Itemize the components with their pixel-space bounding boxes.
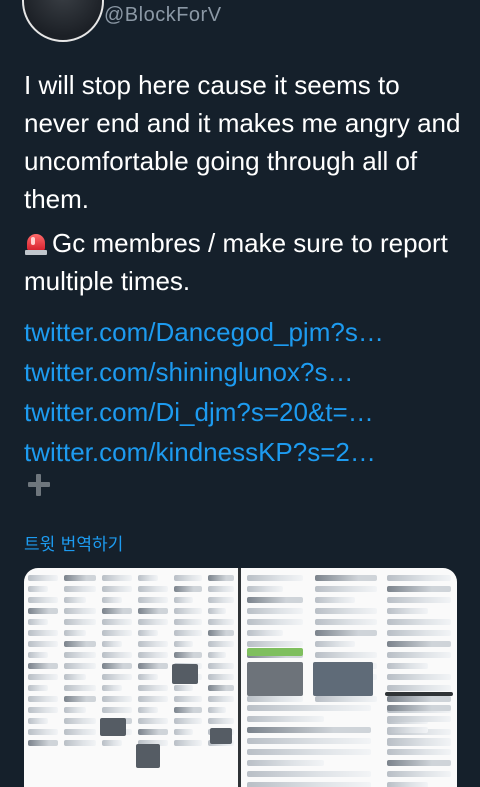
media-image-2[interactable] <box>241 568 457 787</box>
tweet-body: I will stop here cause it seems to never… <box>24 66 464 472</box>
link-list: twitter.com/Dancegod_pjm?s… twitter.com/… <box>24 312 464 472</box>
link-di-djm[interactable]: twitter.com/Di_djm?s=20&t=… <box>24 392 464 432</box>
media-grid <box>24 568 457 787</box>
tweet-text-paragraph-2-text: Gc membres / make sure to report multipl… <box>24 228 448 296</box>
link-kindnesskp[interactable]: twitter.com/kindnessKP?s=2… <box>24 432 464 472</box>
link-dancegod[interactable]: twitter.com/Dancegod_pjm?s… <box>24 312 464 352</box>
police-car-light-icon <box>24 231 48 255</box>
media-image-1[interactable] <box>24 568 238 787</box>
translate-tweet-link[interactable]: 트윗 번역하기 <box>24 530 123 555</box>
plus-icon[interactable] <box>28 474 50 496</box>
tweet-text-paragraph-2: Gc membres / make sure to report multipl… <box>24 224 464 300</box>
link-shininglunox[interactable]: twitter.com/shininglunox?s… <box>24 352 464 392</box>
tweet-header: @BlockForV <box>0 0 480 44</box>
user-handle[interactable]: @BlockForV <box>104 4 222 27</box>
avatar[interactable] <box>22 0 104 42</box>
tweet-text-paragraph-1: I will stop here cause it seems to never… <box>24 70 461 214</box>
